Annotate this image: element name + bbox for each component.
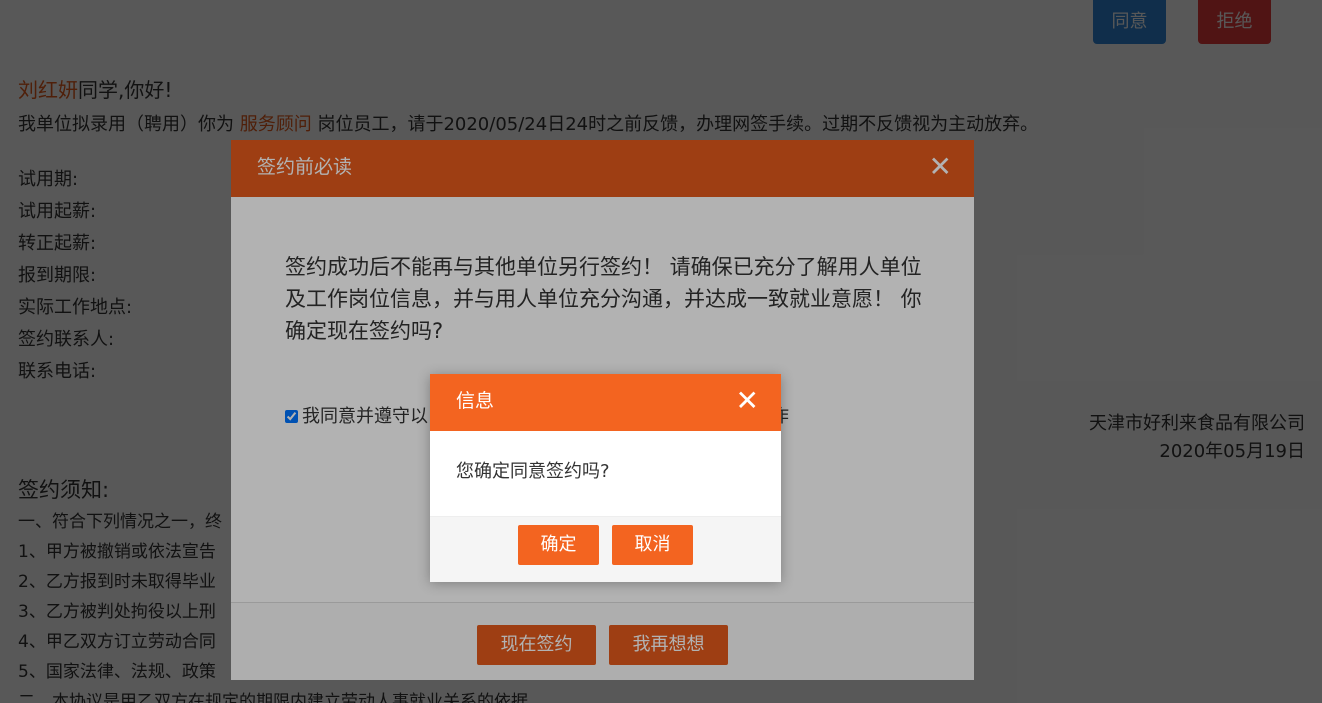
info-dialog-header: 信息 ✕ [430, 374, 781, 431]
info-message: 您确定同意签约吗? [456, 461, 610, 482]
modal-backdrop-secondary [0, 0, 1322, 703]
cancel-button[interactable]: 取消 [612, 525, 693, 565]
info-dialog-footer: 确定 取消 [430, 516, 781, 582]
confirm-button[interactable]: 确定 [518, 525, 599, 565]
signing-page: 同意 拒绝 刘红妍同学,你好! 我单位拟录用（聘用）你为 服务顾问 岗位员工，请… [0, 0, 1322, 703]
info-dialog-title: 信息 [456, 390, 495, 412]
info-dialog: 信息 ✕ 您确定同意签约吗? 确定 取消 [430, 374, 781, 582]
close-icon[interactable]: ✕ [736, 374, 759, 428]
